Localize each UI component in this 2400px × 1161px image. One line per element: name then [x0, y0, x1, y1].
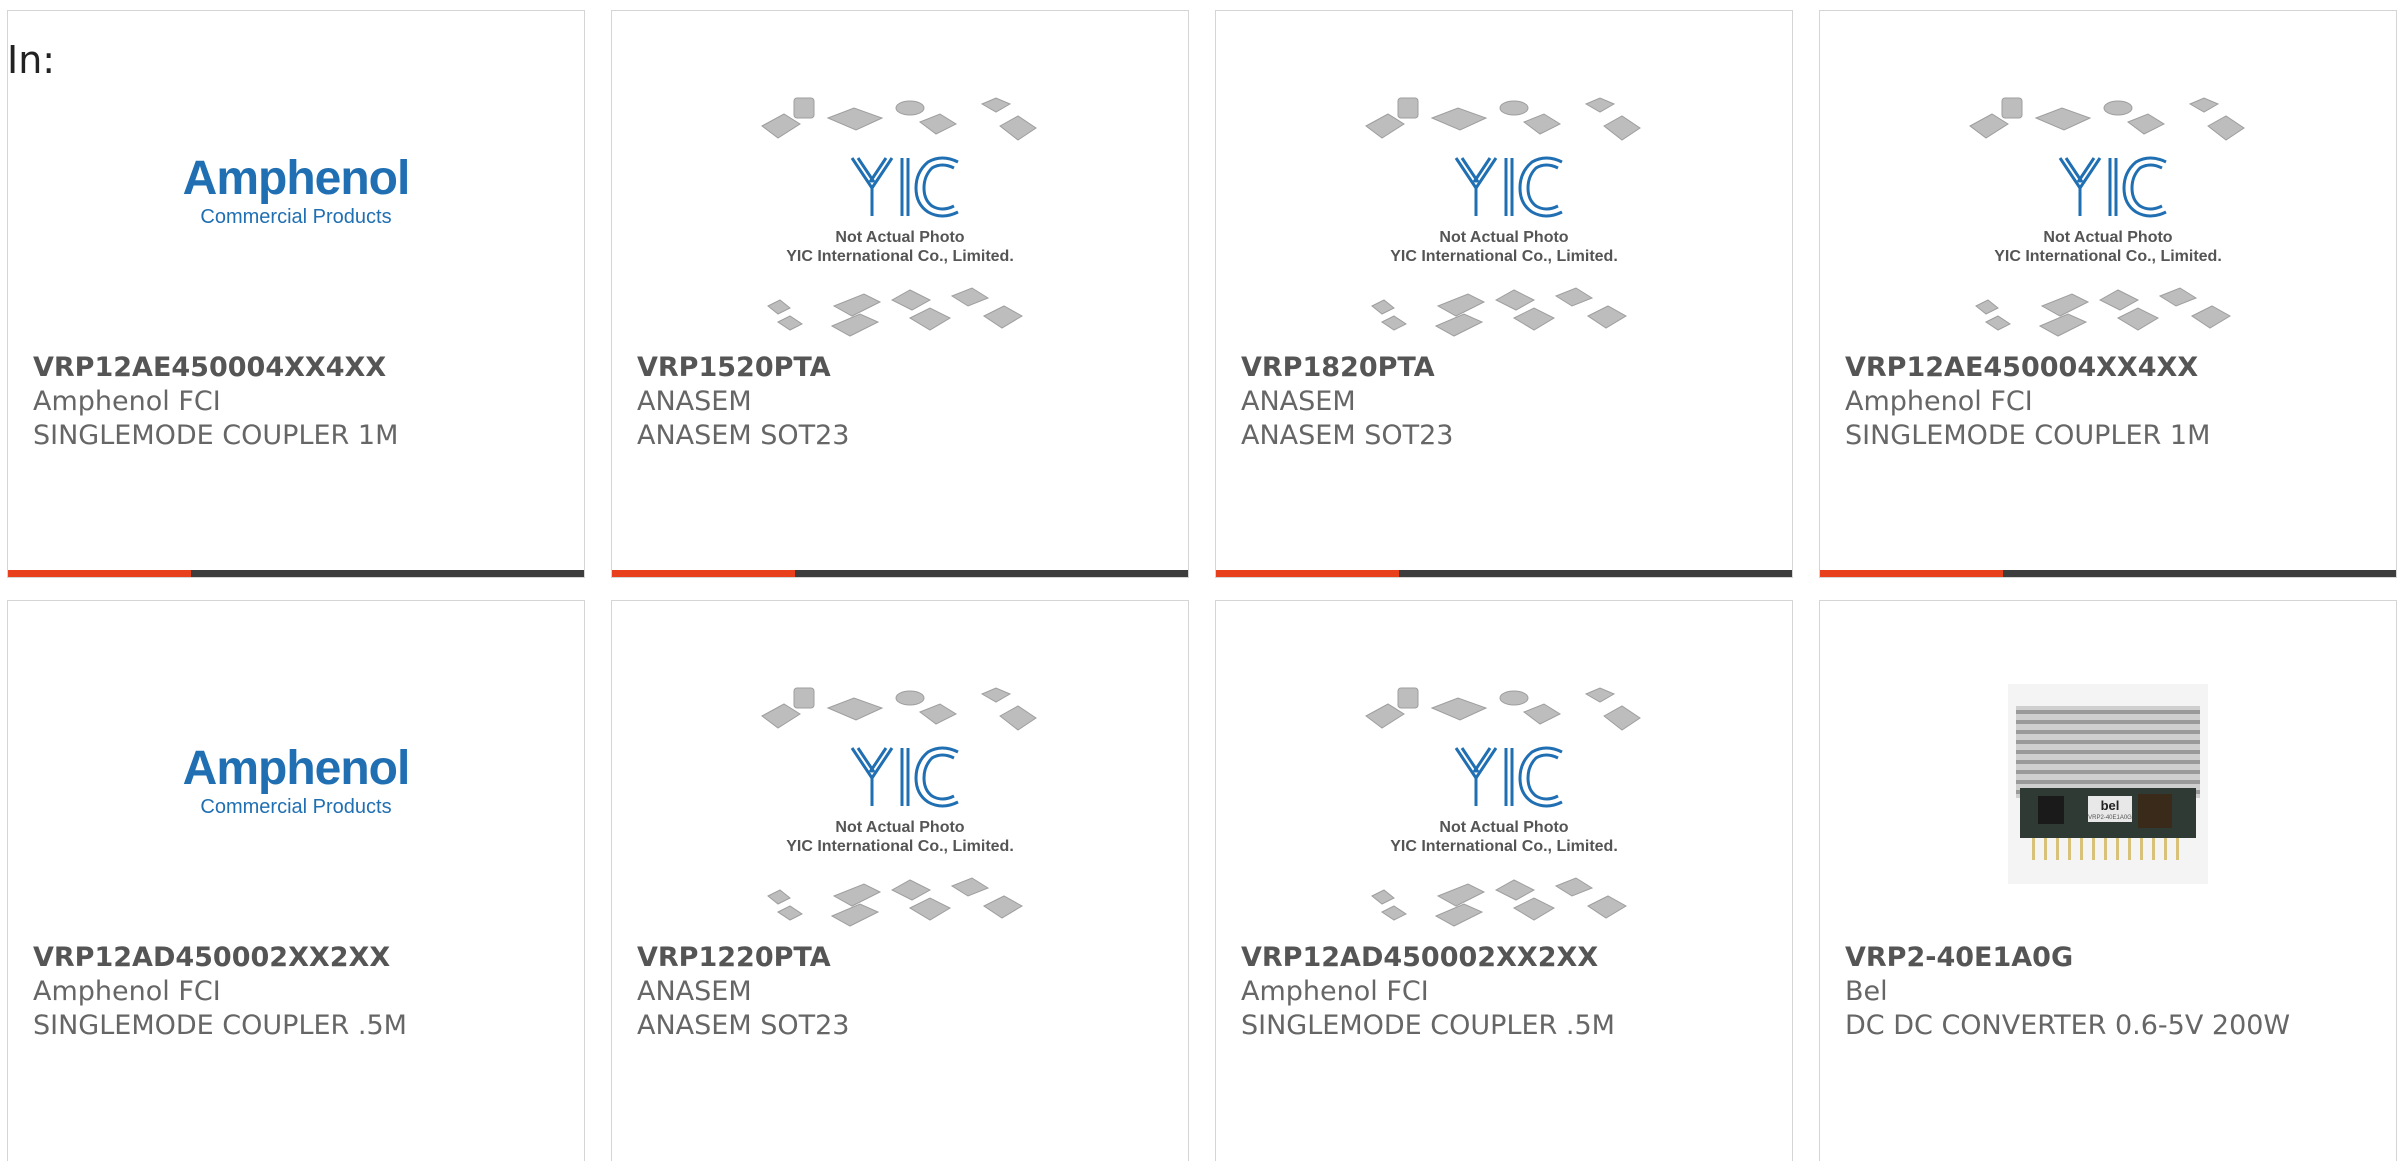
product-image[interactable]: Not Actual Photo YIC International Co., …	[612, 671, 1188, 951]
part-number-link[interactable]: VRP1520PTA	[637, 351, 1168, 385]
manufacturer-name: Bel	[1845, 976, 1888, 1007]
manufacturer-name: Amphenol FCI	[1241, 976, 1429, 1007]
product-card[interactable]: Amphenol Commercial Products VRP12AD4500…	[7, 600, 585, 1161]
product-image[interactable]: Not Actual Photo YIC International Co., …	[1820, 81, 2396, 361]
product-image[interactable]: Amphenol Commercial Products	[8, 81, 584, 361]
product-description: ANASEM SOT23	[1241, 420, 1454, 451]
manufacturer-name: ANASEM	[637, 386, 752, 417]
product-card[interactable]: Not Actual Photo YIC International Co., …	[1819, 10, 2397, 578]
product-card[interactable]: Not Actual Photo YIC International Co., …	[611, 10, 1189, 578]
product-card[interactable]: Not Actual Photo YIC International Co., …	[611, 600, 1189, 1161]
part-number-link[interactable]: VRP2-40E1A0G	[1845, 941, 2376, 975]
product-info: VRP1220PTA ANASEM ANASEM SOT23	[637, 941, 1168, 1043]
card-accent-bar	[8, 570, 584, 577]
svg-text:VRP2-40E1A0G: VRP2-40E1A0G	[2088, 815, 2132, 821]
product-info: VRP2-40E1A0G Bel DC DC CONVERTER 0.6-5V …	[1845, 941, 2376, 1043]
product-description: DC DC CONVERTER 0.6-5V 200W	[1845, 1010, 2291, 1041]
in-label: In:	[7, 38, 56, 82]
yic-placeholder-image: Not Actual Photo YIC International Co., …	[1364, 686, 1644, 936]
product-info: VRP1520PTA ANASEM ANASEM SOT23	[637, 351, 1168, 453]
product-image[interactable]: Amphenol Commercial Products	[8, 671, 584, 951]
amphenol-logo: Amphenol Commercial Products	[182, 742, 411, 819]
card-accent-bar	[1216, 570, 1792, 577]
card-accent-bar	[612, 570, 1188, 577]
product-description: ANASEM SOT23	[637, 1010, 850, 1041]
manufacturer-name: Amphenol FCI	[1845, 386, 2033, 417]
product-description: SINGLEMODE COUPLER .5M	[33, 1010, 407, 1041]
product-image[interactable]: Not Actual Photo YIC International Co., …	[1216, 671, 1792, 951]
product-info: VRP12AE450004XX4XX Amphenol FCI SINGLEMO…	[1845, 351, 2376, 453]
product-info: VRP12AE450004XX4XX Amphenol FCI SINGLEMO…	[33, 351, 564, 453]
manufacturer-name: Amphenol FCI	[33, 386, 221, 417]
yic-placeholder-image: Not Actual Photo YIC International Co., …	[1364, 96, 1644, 346]
part-number-link[interactable]: VRP12AD450002XX2XX	[1241, 941, 1772, 975]
part-number-link[interactable]: VRP12AD450002XX2XX	[33, 941, 564, 975]
manufacturer-name: Amphenol FCI	[33, 976, 221, 1007]
svg-text:bel: bel	[2101, 798, 2120, 813]
product-card[interactable]: bel VRP2-40E1A0G VRP2-40E1A0G Bel DC DC …	[1819, 600, 2397, 1161]
product-image[interactable]: Not Actual Photo YIC International Co., …	[1216, 81, 1792, 361]
product-description: SINGLEMODE COUPLER .5M	[1241, 1010, 1615, 1041]
product-description: SINGLEMODE COUPLER 1M	[1845, 420, 2211, 451]
bel-product-photo: bel VRP2-40E1A0G	[2008, 684, 2208, 888]
manufacturer-name: ANASEM	[1241, 386, 1356, 417]
part-number-link[interactable]: VRP12AE450004XX4XX	[33, 351, 564, 385]
product-card[interactable]: Not Actual Photo YIC International Co., …	[1215, 600, 1793, 1161]
product-info: VRP12AD450002XX2XX Amphenol FCI SINGLEMO…	[1241, 941, 1772, 1043]
card-accent-bar	[1820, 570, 2396, 577]
product-image[interactable]: bel VRP2-40E1A0G	[1820, 671, 2396, 951]
product-info: VRP12AD450002XX2XX Amphenol FCI SINGLEMO…	[33, 941, 564, 1043]
amphenol-logo: Amphenol Commercial Products	[182, 152, 411, 229]
manufacturer-name: ANASEM	[637, 976, 752, 1007]
product-info: VRP1820PTA ANASEM ANASEM SOT23	[1241, 351, 1772, 453]
product-card[interactable]: Amphenol Commercial Products VRP12AE4500…	[7, 10, 585, 578]
product-image[interactable]: Not Actual Photo YIC International Co., …	[612, 81, 1188, 361]
product-description: ANASEM SOT23	[637, 420, 850, 451]
part-number-link[interactable]: VRP1820PTA	[1241, 351, 1772, 385]
yic-placeholder-image: Not Actual Photo YIC International Co., …	[760, 96, 1040, 346]
product-grid-page: In: Amphenol Commercial Products VRP12AE…	[0, 0, 2400, 1161]
part-number-link[interactable]: VRP12AE450004XX4XX	[1845, 351, 2376, 385]
yic-placeholder-image: Not Actual Photo YIC International Co., …	[1968, 96, 2248, 346]
part-number-link[interactable]: VRP1220PTA	[637, 941, 1168, 975]
product-description: SINGLEMODE COUPLER 1M	[33, 420, 399, 451]
yic-placeholder-image: Not Actual Photo YIC International Co., …	[760, 686, 1040, 936]
product-card[interactable]: Not Actual Photo YIC International Co., …	[1215, 10, 1793, 578]
